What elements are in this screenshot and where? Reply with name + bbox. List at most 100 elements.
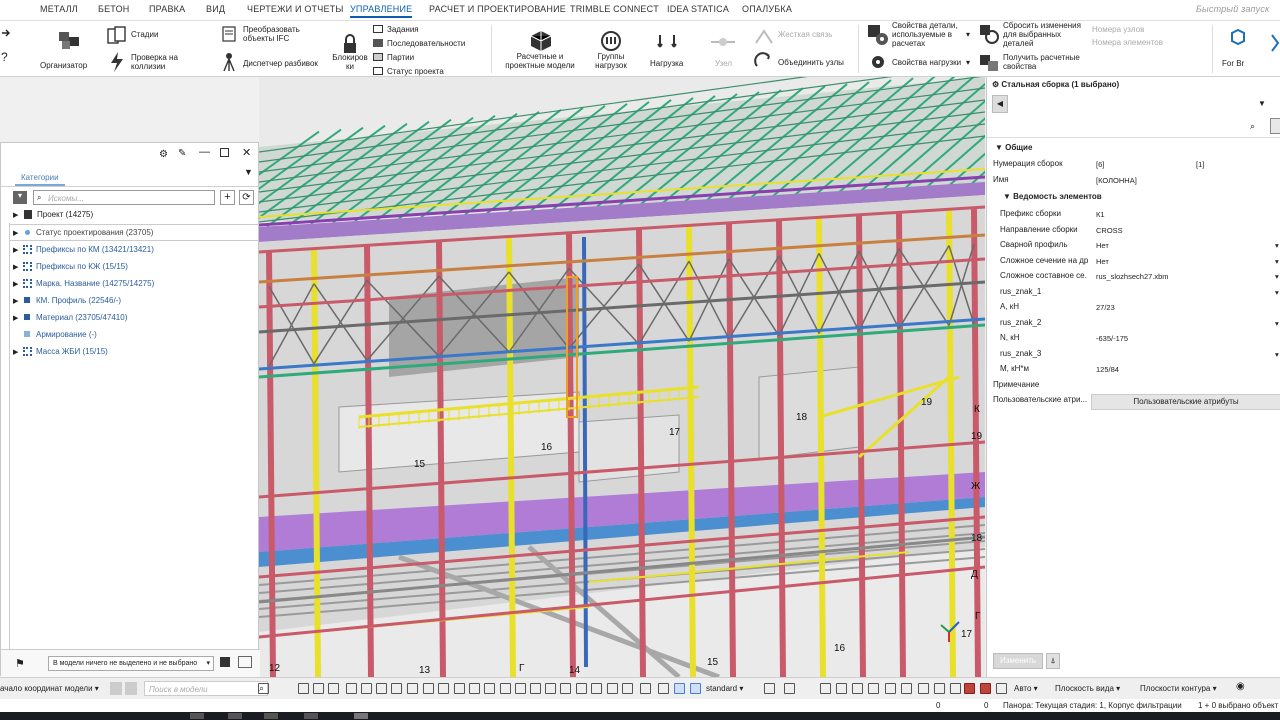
refresh-icon[interactable]: ⟳ <box>239 190 254 205</box>
view-plane-select[interactable]: Плоскость вида ▾ <box>1055 684 1120 693</box>
tree-row[interactable]: ▶ Префиксы по КМ (13421/13421) <box>9 242 259 258</box>
snap-tool-icon[interactable] <box>784 683 795 694</box>
lots-button[interactable]: Партии <box>387 53 414 62</box>
tree-row[interactable]: ▶ Статус проектирования (23705) <box>9 225 259 241</box>
snap-tool-icon[interactable] <box>852 683 863 694</box>
snap-tool-icon[interactable] <box>258 683 269 694</box>
dropdown-arrow-icon[interactable]: ▾ <box>1275 288 1279 297</box>
expand-tool-icon[interactable] <box>238 656 252 668</box>
taskbar-app-icon[interactable] <box>304 713 318 719</box>
tree-row[interactable]: ▶ Префиксы по КЖ (15/15) <box>9 259 259 275</box>
name-value[interactable]: [КОЛОННА] <box>1096 176 1137 185</box>
analysis-models-button[interactable]: Расчетные и проектные модели <box>502 52 578 70</box>
expand-arrow-icon[interactable]: ▶ <box>13 263 18 271</box>
collapse-arrow-icon[interactable]: ▾ <box>13 191 27 204</box>
menu-analysis[interactable]: РАСЧЕТ И ПРОЕКТИРОВАНИЕ <box>429 4 566 14</box>
coord-system-select[interactable]: ачало координат модели ▾ <box>0 684 99 693</box>
footer-tool-icon[interactable]: ⚑ <box>15 657 25 670</box>
stages-icon[interactable] <box>106 25 128 47</box>
snap-tool-icon[interactable] <box>607 683 618 694</box>
tree-row[interactable]: ▶ КМ. Профиль (22546/-) <box>9 293 259 309</box>
pointer-help-icon[interactable]: ? <box>0 25 20 69</box>
dropdown-arrow-icon[interactable]: ▾ <box>1275 241 1279 250</box>
snap-tool-icon[interactable] <box>901 683 912 694</box>
snap-icon[interactable] <box>125 682 137 695</box>
get-props-icon[interactable] <box>978 53 1000 73</box>
snap-tool-icon[interactable] <box>576 683 587 694</box>
expand-arrow-icon[interactable]: ▶ <box>13 280 18 288</box>
property-value[interactable]: 27/23 <box>1096 303 1115 312</box>
snap-tool-icon[interactable] <box>361 683 372 694</box>
load-props-button[interactable]: Свойства нагрузки <box>892 58 961 67</box>
load-groups-icon[interactable] <box>599 29 623 53</box>
snap-tool-icon[interactable] <box>500 683 511 694</box>
model-viewport[interactable]: 15 16 17 18 19 К Ж Д Г 12 13 14 15 16 17… <box>259 77 985 677</box>
back-icon[interactable]: ◀ <box>992 95 1008 113</box>
snap-tool-icon[interactable] <box>560 683 571 694</box>
add-icon[interactable]: + <box>220 190 235 205</box>
property-value[interactable]: rus_slozhsech27.xbm <box>1096 272 1169 281</box>
section-general[interactable]: ▼ Общие <box>995 143 1032 152</box>
snap-tool-icon[interactable] <box>918 683 929 694</box>
tree-row[interactable]: ▶ Материал (23705/47410) <box>9 310 259 326</box>
snap-tool-icon[interactable] <box>658 683 669 694</box>
snap-tool-icon[interactable] <box>980 683 991 694</box>
load-icon[interactable] <box>656 31 678 53</box>
dropdown-arrow-icon[interactable]: ▾ <box>1275 272 1279 281</box>
taskbar-app-icon[interactable] <box>228 713 242 719</box>
lock-icon[interactable] <box>341 33 359 55</box>
pin-icon[interactable]: ✎ <box>178 148 186 159</box>
load-groups-button[interactable]: Группы нагрузок <box>588 52 634 70</box>
snap-tool-icon[interactable] <box>346 683 357 694</box>
tree-row[interactable]: ▶ Масса ЖБИ (15/15) <box>9 344 259 360</box>
menu-drawings[interactable]: ЧЕРТЕЖИ И ОТЧЕТЫ <box>247 4 344 14</box>
snap-tool-icon[interactable] <box>515 683 526 694</box>
menu-view[interactable]: ВИД <box>206 4 225 14</box>
dropdown-arrow-icon[interactable]: ▾ <box>1275 319 1279 328</box>
reset-changes-icon[interactable] <box>978 23 1000 45</box>
panel-menu-arrow-icon[interactable]: ▼ <box>244 167 253 177</box>
tree-row[interactable]: ▶ Марка. Название (14275/14275) <box>9 276 259 292</box>
project-status-button[interactable]: Статус проекта <box>387 67 444 76</box>
convert-ifc-button[interactable]: Преобразовать объекты IFC <box>243 25 313 43</box>
menu-formwork[interactable]: ОПАЛУБКА <box>742 4 792 14</box>
quick-launch-input[interactable]: Быстрый запуск <box>1196 4 1270 14</box>
eye-icon[interactable]: ◉ <box>1236 681 1245 692</box>
snap-tool-icon[interactable] <box>328 683 339 694</box>
analysis-models-icon[interactable] <box>529 29 553 53</box>
load-props-icon[interactable] <box>869 53 887 71</box>
tab-categories[interactable]: Категории <box>15 170 65 186</box>
snap-tool-icon[interactable] <box>764 683 775 694</box>
minimize-icon[interactable]: — <box>199 146 210 158</box>
snap-tool-icon[interactable] <box>868 683 879 694</box>
settings-icon[interactable]: ⚙ <box>159 149 168 160</box>
snap-tool-icon[interactable] <box>376 683 387 694</box>
expand-arrow-icon[interactable]: ▶ <box>13 229 18 237</box>
for-br-icon[interactable] <box>1228 29 1248 53</box>
taskbar-app-icon[interactable] <box>190 713 204 719</box>
sequences-button[interactable]: Последовательности <box>387 39 465 48</box>
close-icon[interactable]: ✕ <box>242 146 251 159</box>
for-br-button[interactable]: For Br <box>1222 59 1244 68</box>
selection-filter-select[interactable]: В модели ничего не выделено и не выбрано… <box>48 656 214 671</box>
overflow-icon[interactable] <box>1270 33 1280 53</box>
snap-tool-icon[interactable] <box>391 683 402 694</box>
convert-ifc-icon[interactable] <box>220 24 240 44</box>
menu-manage[interactable]: УПРАВЛЕНИЕ <box>350 4 413 18</box>
assembly-numbering-value-2[interactable]: [1] <box>1196 160 1204 169</box>
options-button[interactable] <box>1270 118 1280 134</box>
menu-edit[interactable]: ПРАВКА <box>149 4 185 14</box>
search-icon[interactable]: ⌕ <box>1250 121 1255 132</box>
expand-arrow-icon[interactable]: ▶ <box>13 297 18 305</box>
auto-select[interactable]: Авто ▾ <box>1014 684 1038 693</box>
snap-tool-icon[interactable] <box>545 683 556 694</box>
expand-arrow-icon[interactable]: ▶ <box>13 348 18 356</box>
snap-tool-icon[interactable] <box>820 683 831 694</box>
snap-tool-icon[interactable] <box>298 683 309 694</box>
property-value[interactable]: 125/84 <box>1096 365 1119 374</box>
snap-tool-icon[interactable] <box>438 683 449 694</box>
model-3d-view[interactable]: 15 16 17 18 19 К Ж Д Г 12 13 14 15 16 17… <box>259 77 985 677</box>
snap-tool-icon[interactable] <box>674 683 685 694</box>
lock-button[interactable]: Блокиров ки <box>330 53 370 71</box>
modify-button[interactable]: Изменить <box>993 653 1043 669</box>
